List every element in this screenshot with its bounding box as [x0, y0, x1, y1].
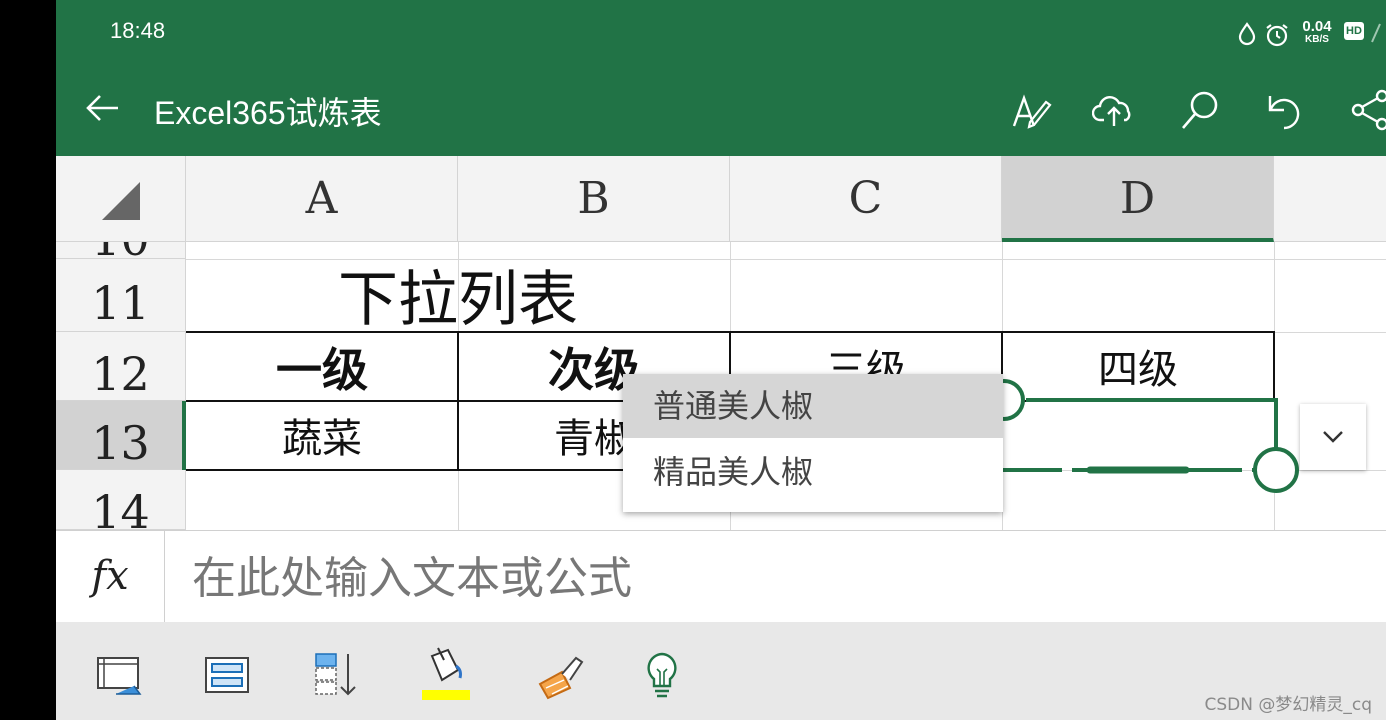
dropdown-option-1[interactable]: 普通美人椒 — [623, 374, 1003, 438]
net-speed-value: 0.04 — [1302, 18, 1332, 35]
freeze-panes-icon[interactable] — [94, 650, 146, 702]
column-header-c[interactable]: C — [730, 156, 1002, 242]
net-speed: 0.04 KB/S — [1296, 18, 1338, 46]
select-all-triangle-icon — [102, 182, 140, 220]
fx-label[interactable]: fx — [56, 531, 165, 623]
select-all-corner[interactable] — [56, 156, 186, 242]
row-header-11[interactable]: 11 — [56, 259, 186, 332]
screen: 18:48 0.04 KB/S HD Excel365试炼表 A B C D 1… — [56, 0, 1386, 720]
dropdown-option-2[interactable]: 精品美人椒 — [623, 440, 1003, 504]
column-header-d[interactable]: D — [1002, 156, 1274, 242]
row-header-10[interactable]: 10 — [56, 242, 186, 259]
cell-a13[interactable]: 蔬菜 — [186, 401, 458, 470]
cloud-upload-icon[interactable] — [1092, 88, 1136, 132]
clear-format-brush-icon[interactable] — [534, 650, 586, 702]
dropdown-toggle-button[interactable] — [1300, 404, 1366, 470]
column-header-b[interactable]: B — [458, 156, 730, 242]
fill-color-swatch — [422, 690, 470, 700]
column-header-a[interactable]: A — [186, 156, 458, 242]
app-bar: 18:48 0.04 KB/S HD Excel365试炼表 — [56, 0, 1386, 156]
row-header-14[interactable]: 14 — [56, 470, 186, 530]
cell-selection-box[interactable] — [986, 374, 1306, 498]
signal-icon — [1371, 23, 1381, 43]
water-drop-icon — [1238, 22, 1256, 46]
watermark-text: CSDN @梦幻精灵_cq — [1204, 695, 1372, 715]
document-title: Excel365试炼表 — [154, 95, 382, 131]
back-arrow-icon[interactable] — [82, 88, 122, 128]
cell-a11-title[interactable]: 下拉列表 — [186, 259, 730, 335]
selection-handle-bottom-right[interactable] — [1253, 447, 1299, 493]
status-time: 18:48 — [110, 18, 166, 43]
hd-badge: HD — [1344, 22, 1364, 40]
fill-color-icon[interactable] — [418, 646, 474, 702]
table-border — [457, 332, 459, 470]
row-header-13[interactable]: 13 — [56, 401, 186, 470]
search-icon[interactable] — [1178, 88, 1222, 132]
bottom-toolbar: CSDN @梦幻精灵_cq — [56, 622, 1386, 720]
alarm-icon — [1266, 24, 1288, 47]
format-cells-icon[interactable] — [202, 650, 254, 702]
draw-pen-icon[interactable] — [1008, 88, 1052, 132]
formula-bar: fx — [56, 530, 1386, 625]
status-icons: 0.04 KB/S HD — [1236, 16, 1386, 50]
cell-a12[interactable]: 一级 — [186, 332, 458, 401]
column-header-e[interactable] — [1274, 156, 1386, 242]
formula-input[interactable] — [190, 531, 1294, 625]
lightbulb-icon[interactable] — [636, 650, 688, 702]
sort-descending-icon[interactable] — [312, 650, 364, 702]
chevron-down-icon — [1323, 431, 1343, 443]
row-number: 10 — [56, 242, 185, 258]
row-header-12[interactable]: 12 — [56, 332, 186, 401]
row-selection-marker — [182, 401, 186, 470]
undo-icon[interactable] — [1262, 88, 1306, 132]
share-icon[interactable] — [1346, 88, 1386, 132]
validation-dropdown-list: 普通美人椒 精品美人椒 — [623, 374, 1003, 512]
